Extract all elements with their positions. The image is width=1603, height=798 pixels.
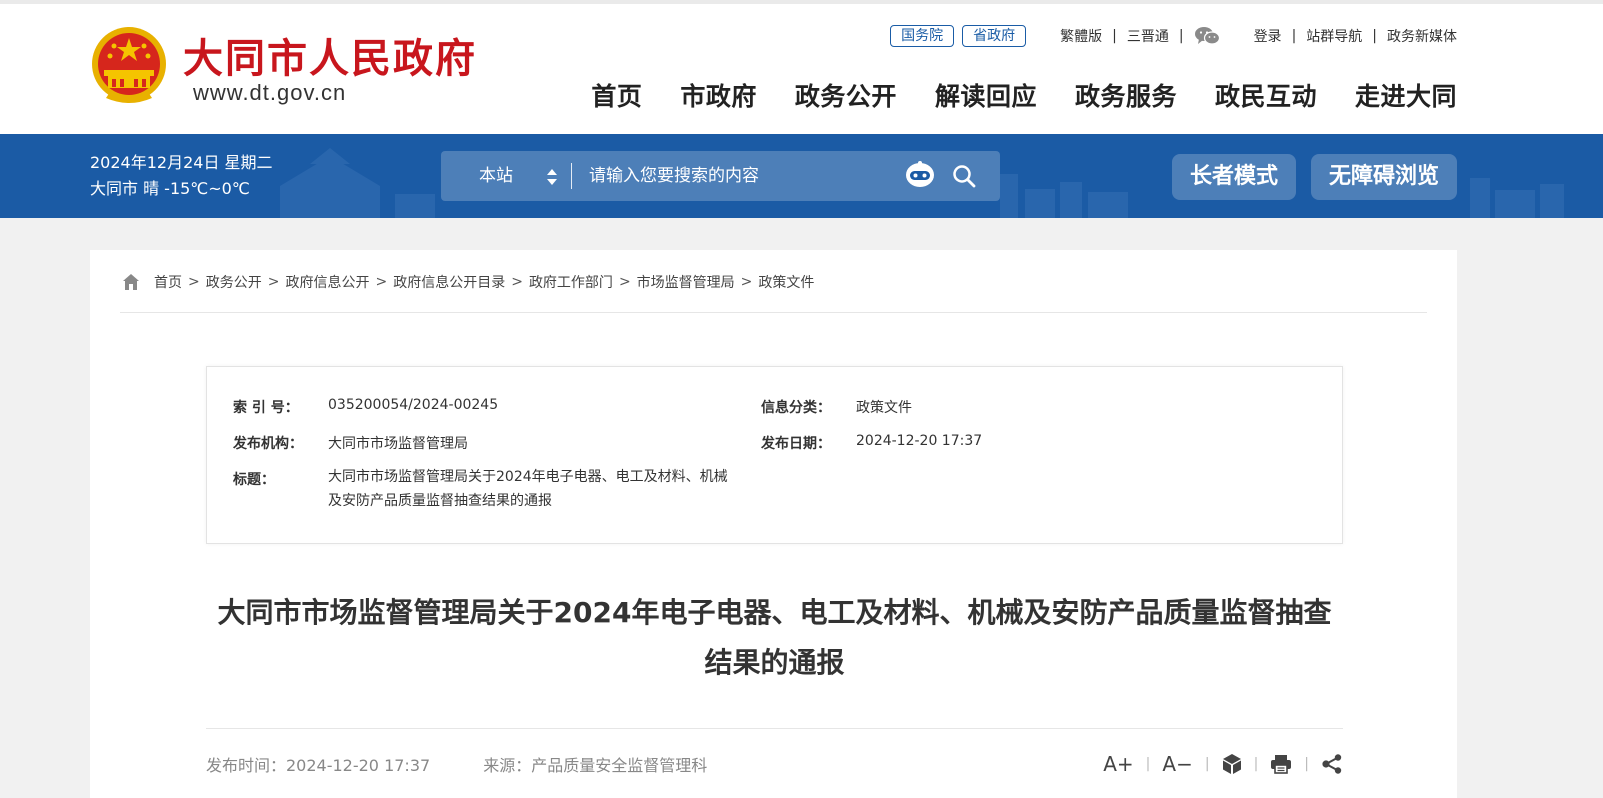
- top-links: 国务院 省政府 繁體版 | 三晋通 | 登录 | 站群导航 | 政务新媒体: [890, 24, 1457, 48]
- content-card: 首页 > 政务公开 > 政府信息公开 > 政府信息公开目录 > 政府工作部门 >…: [90, 250, 1457, 798]
- breadcrumb-separator: >: [267, 274, 280, 290]
- national-emblem-icon: [92, 27, 166, 103]
- breadcrumb-market-bureau[interactable]: 市场监督管理局: [637, 272, 735, 292]
- divider: [571, 163, 572, 189]
- site-url: www.dt.gov.cn: [193, 80, 347, 105]
- search-bar: 本站: [441, 151, 1000, 201]
- date-weather: 2024年12月24日 星期二 大同市 晴 -15℃~0℃: [90, 150, 273, 202]
- font-decrease-button[interactable]: A−: [1162, 752, 1192, 776]
- breadcrumb-policy-docs[interactable]: 政策文件: [758, 272, 814, 292]
- source: 来源：产品质量安全监督管理科: [483, 756, 708, 775]
- breadcrumb-separator: >: [511, 274, 523, 290]
- divider: |: [1372, 28, 1377, 44]
- site-logo[interactable]: 大同市人民政府 www.dt.gov.cn: [90, 24, 510, 114]
- publish-info: 发布时间：2024-12-20 17:37 来源：产品质量安全监督管理科: [206, 752, 707, 776]
- breadcrumb-separator: >: [375, 274, 388, 290]
- cube-icon[interactable]: [1222, 753, 1242, 775]
- category-value: 政策文件: [856, 400, 912, 416]
- search-icon[interactable]: [952, 164, 976, 188]
- breadcrumb-gov-affairs[interactable]: 政务公开: [206, 272, 262, 292]
- org-label: 发布机构：: [233, 436, 303, 452]
- print-icon[interactable]: [1270, 754, 1292, 774]
- divider: |: [1291, 28, 1297, 44]
- divider: |: [1145, 756, 1151, 772]
- site-nav-link[interactable]: 站群导航: [1306, 26, 1362, 46]
- new-media-link[interactable]: 政务新媒体: [1387, 26, 1457, 46]
- search-banner: 2024年12月24日 星期二 大同市 晴 -15℃~0℃ 本站 长者模式 无障…: [0, 134, 1603, 218]
- article-toolbar: A+ | A− | | |: [1103, 750, 1343, 778]
- breadcrumb-departments[interactable]: 政府工作部门: [529, 272, 613, 292]
- breadcrumb-gov-info[interactable]: 政府信息公开: [285, 272, 369, 292]
- document-metadata: 索 引 号： 035200054/2024-00245 信息分类： 政策文件 发…: [206, 366, 1343, 544]
- sanjin-link[interactable]: 三晋通: [1127, 26, 1169, 46]
- org-value: 大同市市场监督管理局: [328, 436, 468, 452]
- weather-text: 大同市 晴 -15℃~0℃: [90, 179, 250, 198]
- index-value: 035200054/2024-00245: [328, 397, 499, 413]
- nav-item-gov-affairs[interactable]: 政务公开: [795, 77, 897, 113]
- province-gov-link[interactable]: 省政府: [962, 25, 1027, 47]
- breadcrumb-separator: >: [188, 274, 200, 290]
- nav-item-home[interactable]: 首页: [591, 77, 642, 113]
- nav-item-interpretation[interactable]: 解读回应: [935, 77, 1037, 113]
- breadcrumb-home[interactable]: 首页: [154, 272, 182, 292]
- divider: |: [1304, 756, 1309, 772]
- site-header: 大同市人民政府 www.dt.gov.cn 国务院 省政府 繁體版 | 三晋通 …: [0, 0, 1603, 134]
- search-scope-select[interactable]: 本站: [479, 151, 513, 201]
- index-label: 索 引 号：: [233, 400, 299, 416]
- publish-time: 发布时间：2024-12-20 17:37: [206, 756, 431, 775]
- robot-assistant-icon[interactable]: [904, 161, 936, 189]
- traditional-chinese-link[interactable]: 繁體版: [1060, 26, 1102, 46]
- wechat-icon[interactable]: [1194, 26, 1220, 46]
- title-label: 标题：: [233, 472, 275, 488]
- divider: |: [1253, 756, 1259, 772]
- site-name: 大同市人民政府: [183, 35, 477, 82]
- state-council-link[interactable]: 国务院: [890, 25, 955, 47]
- share-icon[interactable]: [1321, 754, 1343, 774]
- current-date: 2024年12月24日 星期二: [90, 153, 273, 172]
- title-value: 大同市市场监督管理局关于2024年电子电器、电工及材料、机械及安防产品质量监督抽…: [328, 469, 728, 509]
- nav-item-city-gov[interactable]: 市政府: [680, 77, 757, 113]
- divider: |: [1112, 28, 1117, 44]
- nav-item-services[interactable]: 政务服务: [1075, 77, 1177, 113]
- breadcrumb-separator: >: [740, 274, 753, 290]
- divider: [120, 312, 1427, 313]
- elder-mode-button[interactable]: 长者模式: [1172, 154, 1296, 200]
- main-nav: 首页 市政府 政务公开 解读回应 政务服务 政民互动 走进大同: [553, 77, 1457, 113]
- document-title: 大同市市场监督管理局关于2024年电子电器、电工及材料、机械及安防产品质量监督抽…: [217, 596, 1332, 679]
- nav-item-about-datong[interactable]: 走进大同: [1355, 77, 1457, 113]
- breadcrumb: 首页 > 政务公开 > 政府信息公开 > 政府信息公开目录 > 政府工作部门 >…: [122, 270, 814, 294]
- nav-item-interaction[interactable]: 政民互动: [1215, 77, 1317, 113]
- divider: |: [1178, 28, 1184, 44]
- font-increase-button[interactable]: A+: [1103, 752, 1133, 776]
- sort-arrows-icon[interactable]: [546, 167, 558, 187]
- date-label: 发布日期：: [761, 436, 831, 452]
- home-icon[interactable]: [122, 273, 140, 291]
- category-label: 信息分类：: [761, 400, 831, 416]
- breadcrumb-info-catalog[interactable]: 政府信息公开目录: [393, 272, 505, 292]
- divider: [206, 728, 1343, 729]
- search-input[interactable]: [589, 161, 889, 191]
- breadcrumb-separator: >: [618, 274, 631, 290]
- accessibility-button[interactable]: 无障碍浏览: [1311, 154, 1457, 200]
- login-link[interactable]: 登录: [1254, 26, 1282, 46]
- date-value: 2024-12-20 17:37: [856, 433, 983, 449]
- divider: |: [1204, 756, 1210, 772]
